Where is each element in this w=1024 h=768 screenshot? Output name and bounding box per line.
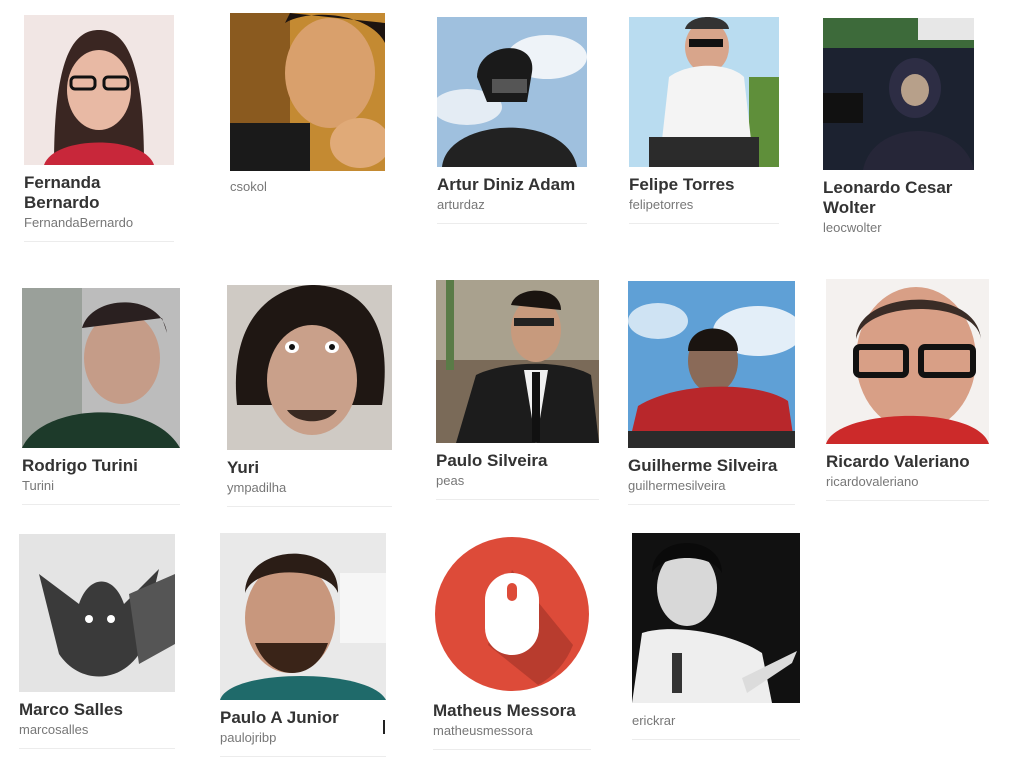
divider bbox=[433, 749, 591, 750]
user-handle[interactable]: arturdaz bbox=[437, 197, 587, 213]
divider bbox=[227, 506, 392, 507]
user-card: Leonardo Cesar Wolter leocwolter bbox=[823, 18, 974, 236]
user-card: Ricardo Valeriano ricardovaleriano bbox=[826, 279, 989, 501]
user-card: Matheus Messora matheusmessora bbox=[433, 535, 591, 750]
user-handle[interactable]: matheusmessora bbox=[433, 723, 591, 739]
divider bbox=[436, 499, 599, 500]
user-name[interactable]: Leonardo Cesar Wolter bbox=[823, 178, 973, 218]
user-name[interactable]: Fernanda Bernardo bbox=[24, 173, 134, 213]
user-name[interactable]: Matheus Messora bbox=[433, 701, 591, 721]
user-name[interactable]: Ricardo Valeriano bbox=[826, 452, 989, 472]
user-handle[interactable]: FernandaBernardo bbox=[24, 215, 174, 231]
avatar[interactable] bbox=[632, 533, 800, 703]
user-handle[interactable]: marcosalles bbox=[19, 722, 175, 738]
divider bbox=[22, 504, 180, 505]
avatar[interactable] bbox=[436, 280, 599, 443]
user-name[interactable]: Paulo Silveira bbox=[436, 451, 599, 471]
divider bbox=[629, 223, 779, 224]
avatar[interactable] bbox=[22, 288, 180, 448]
user-handle[interactable]: felipetorres bbox=[629, 197, 779, 213]
user-card: Yuri ympadilha bbox=[227, 285, 392, 507]
user-name[interactable]: Guilherme Silveira bbox=[628, 456, 795, 476]
user-card: Felipe Torres felipetorres bbox=[629, 17, 779, 224]
user-card: Artur Diniz Adam arturdaz bbox=[437, 17, 587, 224]
user-name[interactable]: Rodrigo Turini bbox=[22, 456, 180, 476]
avatar[interactable] bbox=[628, 281, 795, 448]
divider bbox=[220, 756, 386, 757]
avatar[interactable] bbox=[24, 15, 174, 165]
user-card: Paulo A Junior paulojribp bbox=[220, 533, 386, 757]
user-name[interactable]: Felipe Torres bbox=[629, 175, 779, 195]
user-card: Guilherme Silveira guilhermesilveira bbox=[628, 281, 795, 505]
user-handle[interactable]: guilhermesilveira bbox=[628, 478, 795, 494]
avatar[interactable] bbox=[823, 18, 974, 170]
user-card: erickrar bbox=[632, 533, 800, 740]
user-card: csokol bbox=[230, 13, 385, 195]
divider bbox=[632, 739, 800, 740]
divider bbox=[24, 241, 174, 242]
user-card: Rodrigo Turini Turini bbox=[22, 288, 180, 505]
user-handle[interactable]: leocwolter bbox=[823, 220, 974, 236]
user-name[interactable]: Paulo A Junior bbox=[220, 708, 386, 728]
user-handle[interactable]: erickrar bbox=[632, 713, 800, 729]
user-card: Fernanda Bernardo FernandaBernardo bbox=[24, 15, 174, 242]
user-card: Paulo Silveira peas bbox=[436, 280, 599, 500]
mouse-logo-avatar[interactable] bbox=[433, 535, 591, 693]
user-name[interactable]: Marco Salles bbox=[19, 700, 175, 720]
user-card: Marco Salles marcosalles bbox=[19, 534, 175, 749]
user-handle[interactable]: ympadilha bbox=[227, 480, 392, 496]
avatar[interactable] bbox=[629, 17, 779, 167]
user-name[interactable]: Yuri bbox=[227, 458, 392, 478]
user-handle[interactable]: Turini bbox=[22, 478, 180, 494]
user-name[interactable]: Artur Diniz Adam bbox=[437, 175, 587, 195]
avatar[interactable] bbox=[220, 533, 386, 700]
avatar[interactable] bbox=[826, 279, 989, 444]
avatar[interactable] bbox=[227, 285, 392, 450]
divider bbox=[628, 504, 795, 505]
divider bbox=[19, 748, 175, 749]
text-cursor-mark bbox=[383, 720, 385, 734]
avatar[interactable] bbox=[437, 17, 587, 167]
avatar[interactable] bbox=[230, 13, 385, 171]
user-handle[interactable]: csokol bbox=[230, 179, 385, 195]
user-handle[interactable]: peas bbox=[436, 473, 599, 489]
avatar[interactable] bbox=[19, 534, 175, 692]
user-handle[interactable]: paulojribp bbox=[220, 730, 386, 746]
divider bbox=[826, 500, 989, 501]
divider bbox=[437, 223, 587, 224]
user-handle[interactable]: ricardovaleriano bbox=[826, 474, 989, 490]
